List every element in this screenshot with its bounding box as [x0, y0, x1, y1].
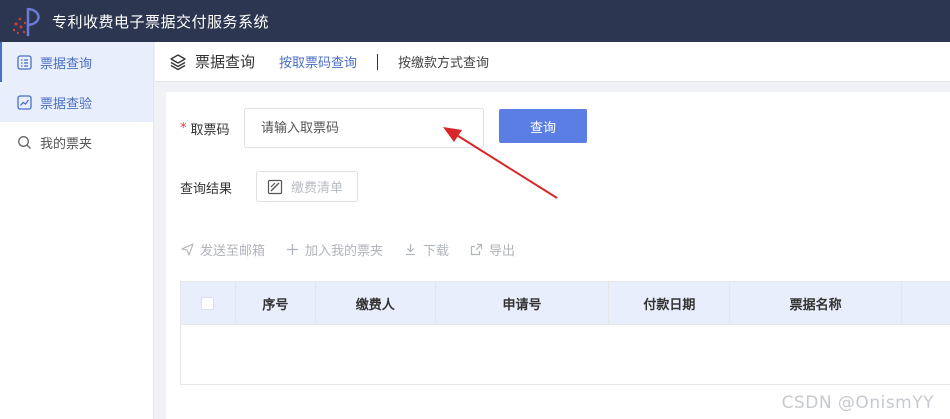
main-panel: * 取票码 查询 查询结果 缴费清单 发送至邮箱 加入我的票夹 下载	[166, 92, 950, 419]
search-icon	[16, 134, 32, 150]
download-label: 下载	[423, 244, 450, 259]
column-header-payment-date[interactable]: 付款日期	[609, 282, 731, 325]
add-to-folder-button[interactable]: 加入我的票夹	[285, 240, 383, 259]
plus-icon	[285, 243, 299, 257]
tab-query-by-code[interactable]: 按取票码查询	[279, 52, 357, 71]
app-title: 专利收费电子票据交付服务系统	[52, 12, 270, 31]
page-title: 票据查询	[195, 53, 256, 71]
result-label: 查询结果	[180, 182, 233, 197]
export-button[interactable]: 导出	[469, 240, 515, 259]
column-header-index[interactable]: 序号	[236, 282, 316, 325]
table-header: 序号 缴费人 申请号 付款日期 票据名称	[181, 282, 950, 325]
download-icon	[403, 243, 417, 257]
column-header-application-no[interactable]: 申请号	[436, 282, 610, 325]
send-icon	[180, 243, 194, 257]
sidebar-item-label: 我的票夹	[40, 136, 93, 152]
sidebar-item-ticket-query[interactable]: 票据查询	[0, 42, 153, 82]
code-label: 取票码	[190, 123, 230, 138]
app-header: 专利收费电子票据交付服务系统	[0, 0, 950, 42]
code-label-row: * 取票码	[180, 119, 230, 138]
export-icon	[469, 243, 483, 257]
sidebar-item-label: 票据查验	[40, 96, 93, 112]
send-email-button[interactable]: 发送至邮箱	[180, 240, 265, 259]
chart-icon	[16, 94, 32, 110]
code-input[interactable]	[244, 108, 484, 148]
edit-icon	[267, 179, 283, 195]
sidebar-item-my-folder[interactable]: 我的票夹	[0, 122, 153, 162]
sidebar-item-label: 票据查询	[40, 56, 93, 72]
layers-icon	[169, 53, 187, 71]
column-header-ticket-name[interactable]: 票据名称	[730, 282, 903, 325]
export-label: 导出	[489, 244, 516, 259]
fee-list-label: 缴费清单	[291, 181, 344, 196]
tab-divider	[377, 53, 379, 70]
action-toolbar: 发送至邮箱 加入我的票夹 下载 导出	[180, 240, 535, 259]
results-table: 序号 缴费人 申请号 付款日期 票据名称	[180, 281, 950, 385]
watermark: CSDN @OnismYY	[781, 393, 934, 413]
query-button[interactable]: 查询	[499, 109, 587, 143]
fee-list-button[interactable]: 缴费清单	[256, 171, 358, 202]
tab-query-by-payment-method[interactable]: 按缴款方式查询	[398, 52, 489, 71]
download-button[interactable]: 下载	[403, 240, 449, 259]
list-icon	[16, 54, 32, 70]
select-all-checkbox[interactable]	[201, 297, 215, 310]
tab-bar: 票据查询 按取票码查询 按缴款方式查询	[155, 42, 950, 82]
column-header-extra	[902, 282, 950, 325]
add-to-folder-label: 加入我的票夹	[305, 244, 384, 259]
sidebar: 票据查询 票据查验 我的票夹	[0, 42, 154, 419]
app-logo-icon	[8, 2, 46, 40]
send-email-label: 发送至邮箱	[200, 244, 266, 259]
column-header-payer[interactable]: 缴费人	[316, 282, 436, 325]
sidebar-item-ticket-verify[interactable]: 票据查验	[0, 82, 153, 122]
select-all-cell	[181, 282, 236, 325]
required-mark: *	[180, 121, 187, 136]
